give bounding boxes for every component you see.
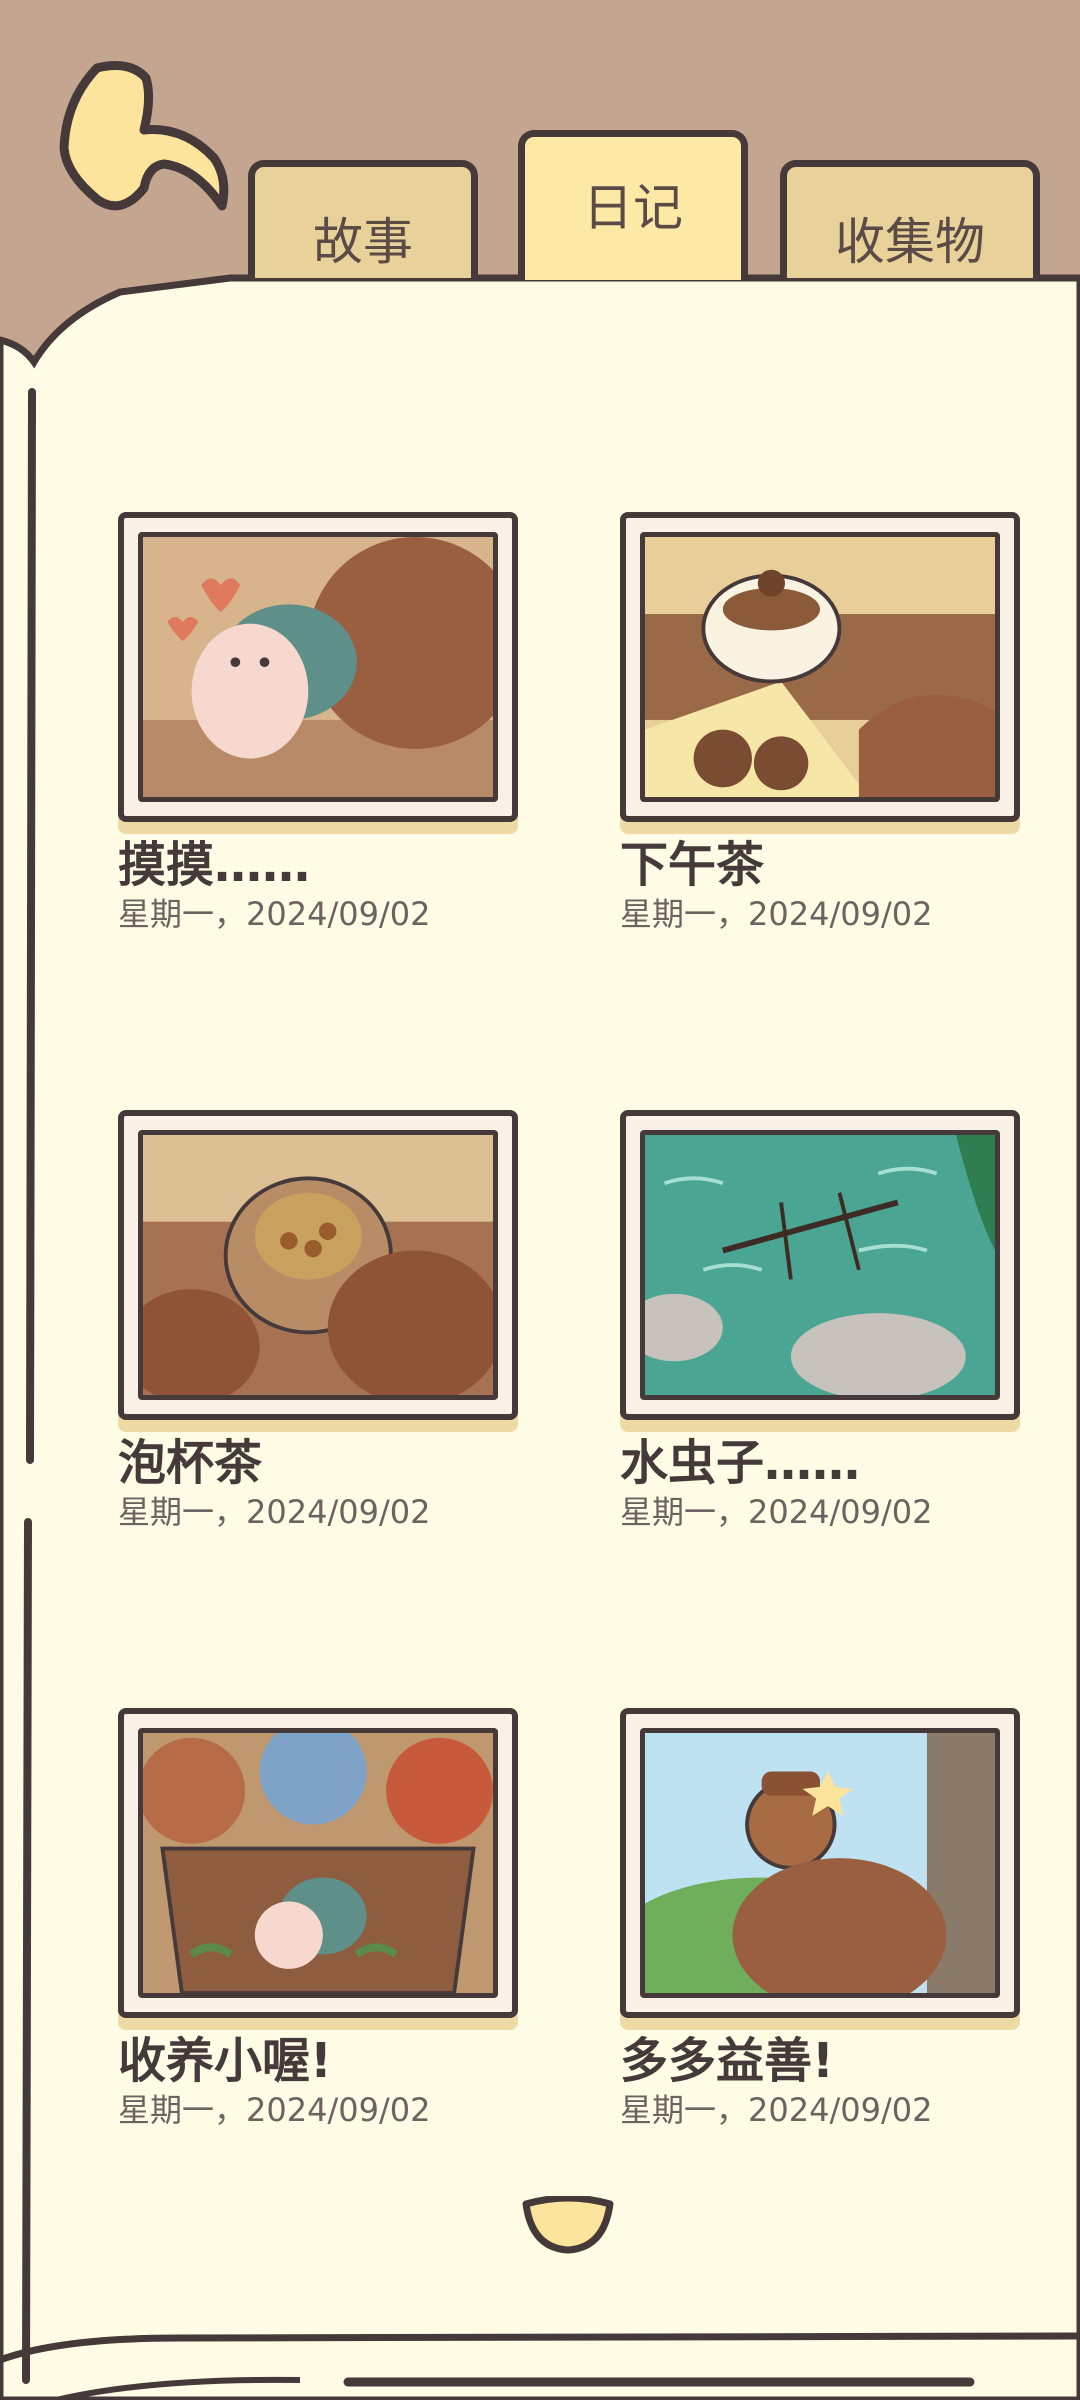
entry-title: 收养小喔! bbox=[118, 2033, 332, 2089]
diary-entry[interactable]: 收养小喔! 星期一，2024/09/02 bbox=[118, 1708, 518, 2130]
entry-date: 星期一，2024/09/02 bbox=[118, 1493, 431, 1531]
tab-story[interactable]: 故事 bbox=[248, 160, 478, 278]
entry-date: 星期一，2024/09/02 bbox=[118, 895, 431, 933]
entry-title: 水虫子…… bbox=[620, 1435, 861, 1491]
diary-entry-thumbnail bbox=[620, 512, 1020, 822]
diary-entry[interactable]: 水虫子…… 星期一，2024/09/02 bbox=[620, 1110, 1020, 1532]
tab-collection-label: 收集物 bbox=[835, 212, 985, 271]
tab-diary[interactable]: 日记 bbox=[518, 130, 748, 280]
diary-entry-thumbnail bbox=[118, 1110, 518, 1420]
diary-entry-thumbnail bbox=[620, 1708, 1020, 2018]
entry-date: 星期一，2024/09/02 bbox=[620, 2091, 933, 2129]
entry-title: 下午茶 bbox=[620, 837, 765, 893]
diary-entry[interactable]: 下午茶 星期一，2024/09/02 bbox=[620, 512, 1020, 934]
diary-entry-thumbnail bbox=[620, 1110, 1020, 1420]
entry-date: 星期一，2024/09/02 bbox=[620, 1493, 933, 1531]
tab-story-label: 故事 bbox=[313, 212, 413, 271]
entry-date: 星期一，2024/09/02 bbox=[620, 895, 933, 933]
diary-entry[interactable]: 多多益善! 星期一，2024/09/02 bbox=[620, 1708, 1020, 2130]
entry-title: 多多益善! bbox=[620, 2033, 834, 2089]
entry-title: 摸摸…… bbox=[118, 837, 311, 893]
back-arrow-icon[interactable] bbox=[52, 56, 252, 236]
entry-title: 泡杯茶 bbox=[118, 1435, 263, 1491]
entry-date: 星期一，2024/09/02 bbox=[118, 2091, 431, 2129]
diary-entry[interactable]: 泡杯茶 星期一，2024/09/02 bbox=[118, 1110, 518, 1532]
diary-entry-thumbnail bbox=[118, 1708, 518, 2018]
tab-collection[interactable]: 收集物 bbox=[780, 160, 1040, 278]
diary-entry-thumbnail bbox=[118, 512, 518, 822]
diary-entry[interactable]: 摸摸…… 星期一，2024/09/02 bbox=[118, 512, 518, 934]
tab-diary-label: 日记 bbox=[583, 178, 683, 237]
chevron-down-icon[interactable] bbox=[520, 2196, 616, 2256]
